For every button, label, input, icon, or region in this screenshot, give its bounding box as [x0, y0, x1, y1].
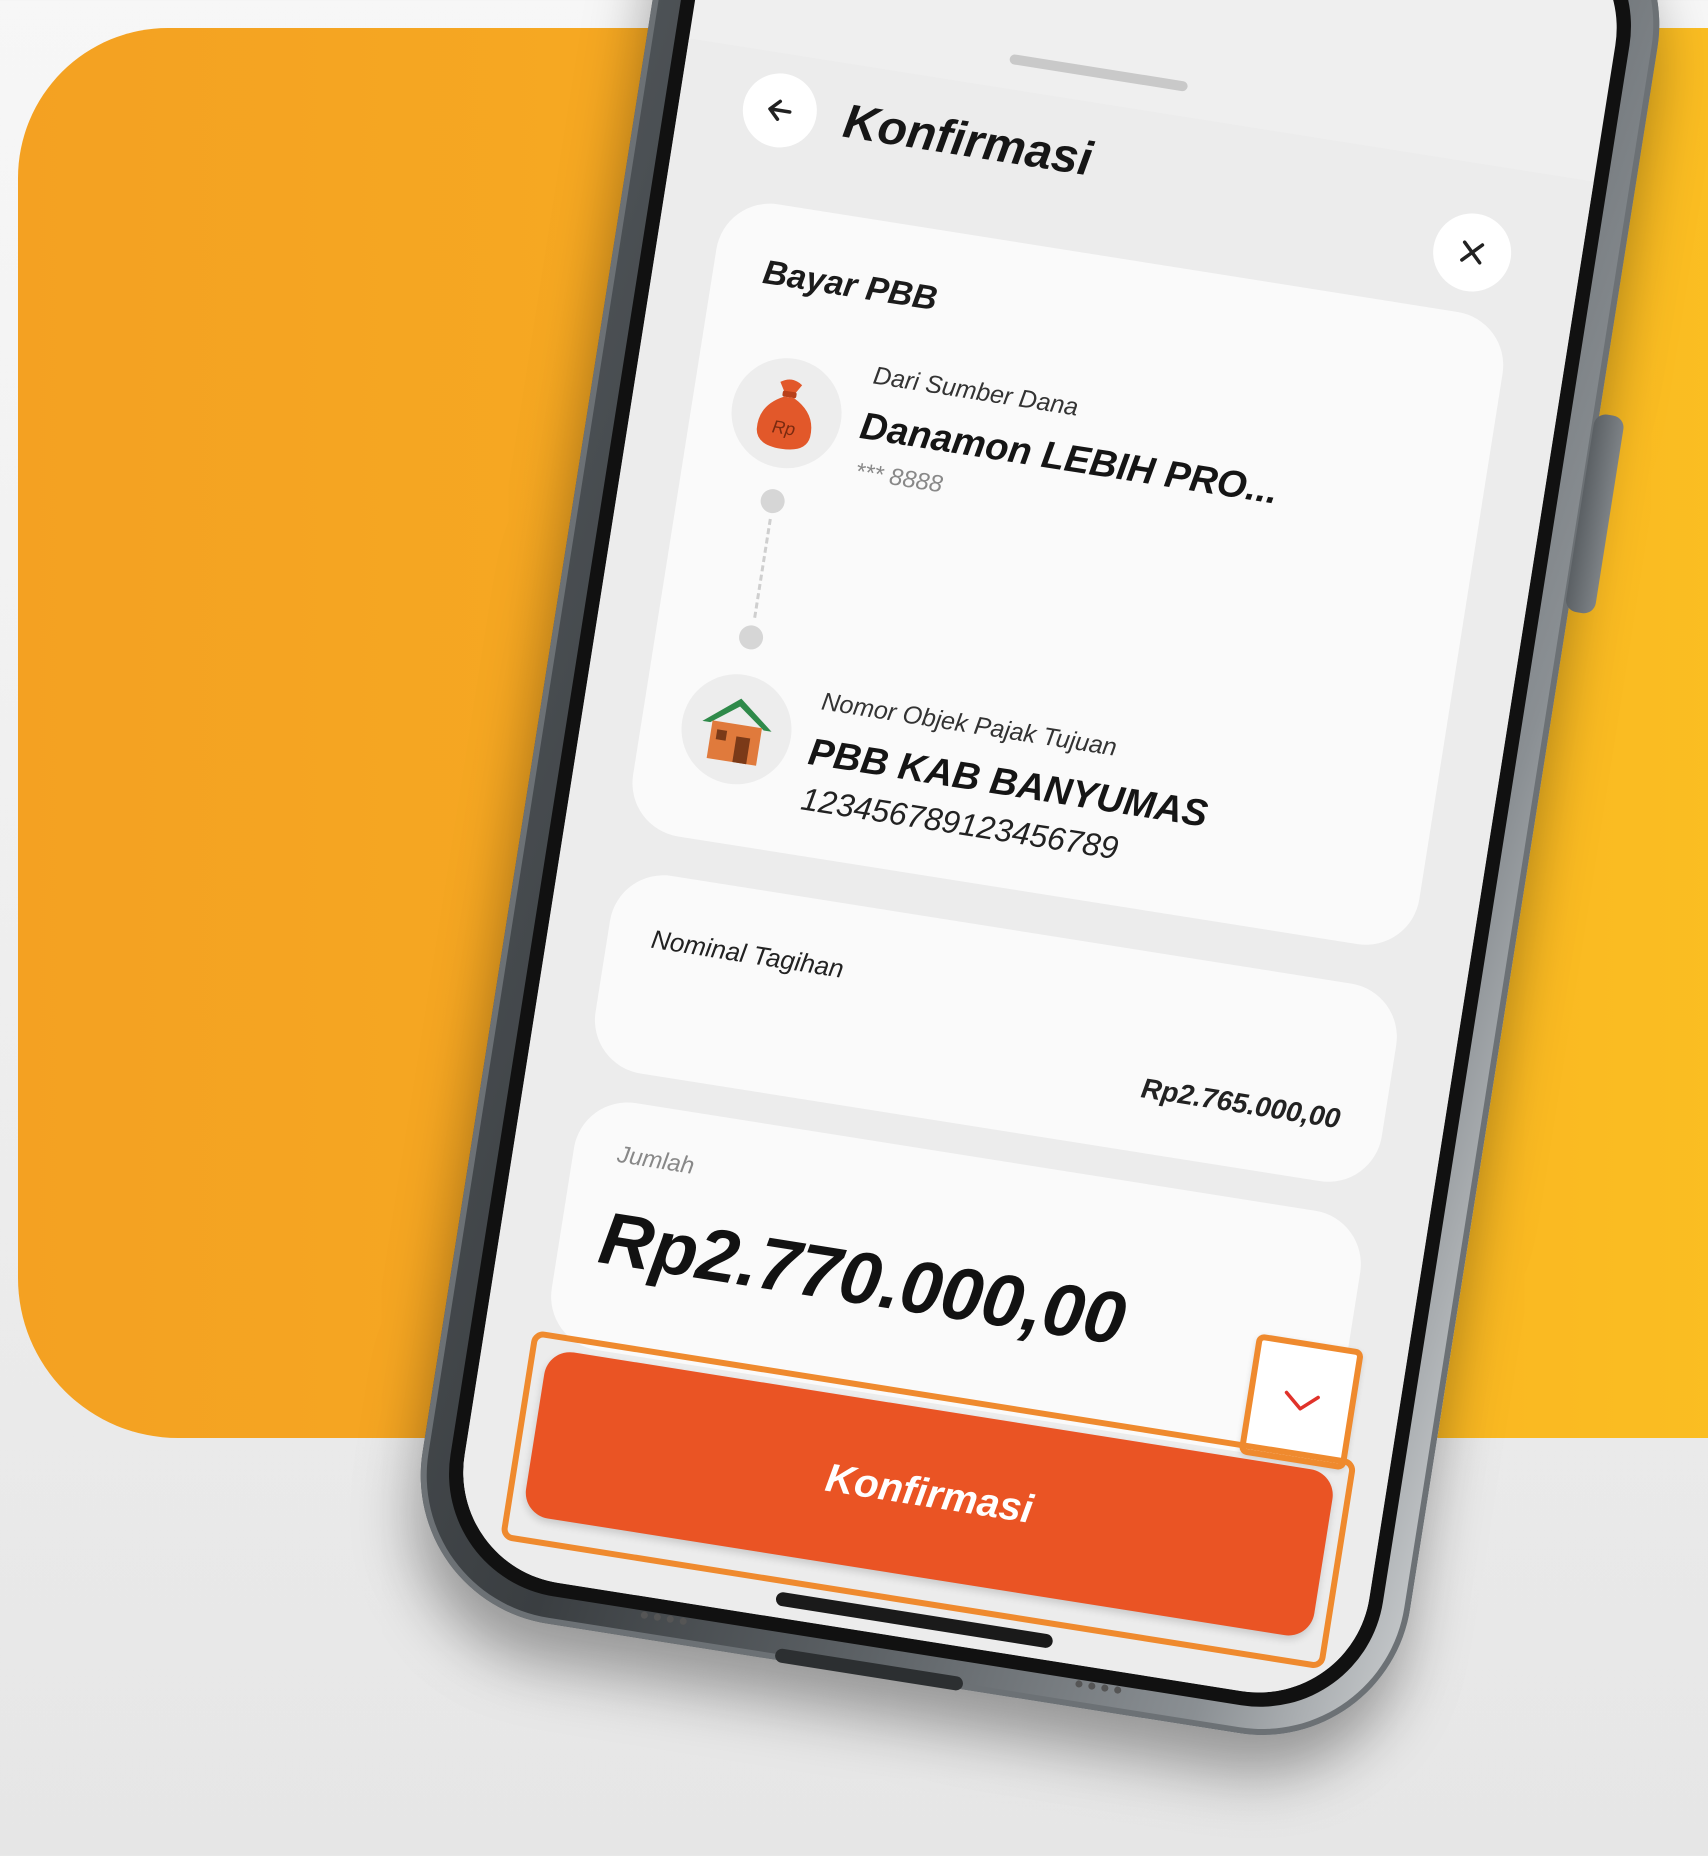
connector-line [753, 518, 772, 618]
amount-value: Rp2.770.000,00 [593, 1195, 1132, 1361]
payment-summary-card: Bayar PBB Rp Dari Sumber Dana Danamon LE… [624, 195, 1512, 953]
house-icon [702, 698, 772, 766]
connector-dot-bottom [737, 623, 765, 652]
amount-label: Jumlah [615, 1141, 697, 1180]
back-button[interactable] [737, 68, 823, 153]
money-bag-icon: Rp [756, 379, 812, 450]
sheet-handle[interactable] [1008, 53, 1189, 92]
close-icon [1460, 240, 1485, 265]
source-account: *** 8888 [853, 457, 945, 499]
card-title: Bayar PBB [760, 253, 940, 319]
phone-mockup-wrap: •••• •••• Konfirmasi Bayar PBB Rp Dari S… [0, 0, 1708, 1856]
connector-dot-top [758, 487, 787, 515]
nominal-value: Rp2.765.000,00 [1139, 1072, 1343, 1135]
money-bag-label: Rp [771, 416, 797, 439]
chevron-down-icon [1284, 1390, 1320, 1411]
arrow-left-icon [768, 99, 792, 121]
phone-mockup: •••• •••• Konfirmasi Bayar PBB Rp Dari S… [399, 0, 1681, 1757]
source-icon-wrap: Rp [723, 350, 850, 477]
nominal-label: Nominal Tagihan [649, 923, 846, 984]
destination-icon-wrap [673, 666, 800, 793]
